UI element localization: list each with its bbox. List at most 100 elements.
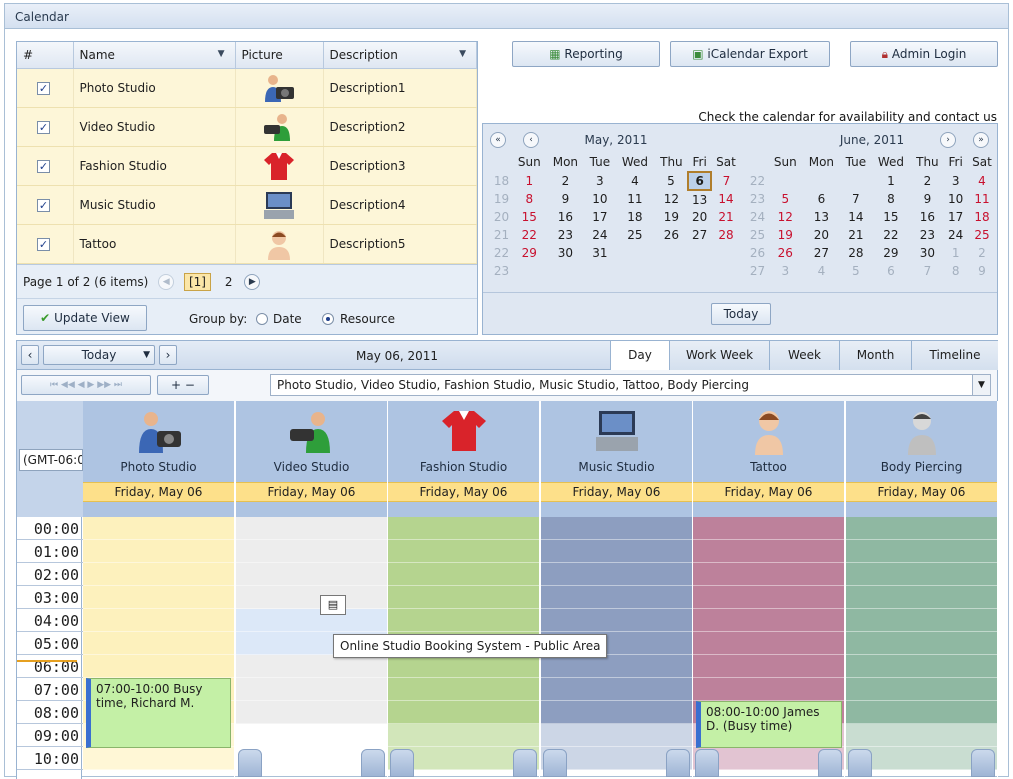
resource-filter-select[interactable]: Photo Studio, Video Studio, Fashion Stud… xyxy=(270,374,991,396)
time-slot[interactable] xyxy=(693,632,844,655)
table-row[interactable]: ✓ Tattoo Description5 xyxy=(17,224,477,264)
zoom-in-icon[interactable]: + xyxy=(171,378,181,392)
time-slot[interactable] xyxy=(541,724,692,747)
calendar-day[interactable]: 12 xyxy=(768,208,802,226)
calendar-day[interactable]: 16 xyxy=(910,208,944,226)
resource-day-column[interactable] xyxy=(846,517,998,779)
calendar-day[interactable]: 5 xyxy=(654,172,688,190)
calendar-day[interactable]: 15 xyxy=(871,208,910,226)
calendar-day[interactable]: 13 xyxy=(688,190,711,208)
icalendar-export-button[interactable]: ▣ iCalendar Export xyxy=(670,41,830,67)
calendar-day[interactable]: 6 xyxy=(871,262,910,280)
calendar-day[interactable]: 11 xyxy=(967,190,997,208)
time-slot[interactable] xyxy=(388,678,539,701)
calendar-day[interactable]: 6 xyxy=(803,190,841,208)
time-slot[interactable] xyxy=(388,540,539,563)
tab-timeline[interactable]: Timeline xyxy=(911,341,998,371)
time-slot[interactable] xyxy=(846,517,997,540)
resize-handle[interactable] xyxy=(848,749,872,777)
tab-week[interactable]: Week xyxy=(769,341,839,371)
update-view-button[interactable]: ✔ Update View xyxy=(23,305,147,331)
row-checkbox[interactable]: ✓ xyxy=(37,159,50,173)
calendar-day[interactable]: 12 xyxy=(654,190,688,208)
calendar-day[interactable]: 27 xyxy=(688,226,711,244)
row-checkbox[interactable]: ✓ xyxy=(37,120,50,134)
calendar-day[interactable]: 18 xyxy=(967,208,997,226)
time-slot[interactable] xyxy=(388,517,539,540)
time-slot[interactable] xyxy=(83,540,234,563)
time-slot[interactable] xyxy=(83,747,234,770)
time-slot[interactable] xyxy=(236,701,387,724)
row-checkbox[interactable]: ✓ xyxy=(37,81,50,95)
calendar-day[interactable]: 9 xyxy=(910,190,944,208)
paging-controls[interactable]: ⏮ ◀◀ ◀ ▶ ▶▶ ⏭ xyxy=(21,375,151,395)
calendar-day[interactable]: 3 xyxy=(584,172,615,190)
time-slot[interactable] xyxy=(846,586,997,609)
calendar-day[interactable]: 16 xyxy=(547,208,585,226)
calendar-day[interactable]: 25 xyxy=(967,226,997,244)
group-date-radio[interactable] xyxy=(256,313,268,325)
time-slot[interactable] xyxy=(388,563,539,586)
time-slot[interactable] xyxy=(846,724,997,747)
calendar-day[interactable]: 21 xyxy=(840,226,871,244)
calendar-day[interactable]: 9 xyxy=(967,262,997,280)
filter-icon[interactable]: ▼ xyxy=(459,49,466,59)
calendar-day[interactable]: 26 xyxy=(654,226,688,244)
time-slot[interactable] xyxy=(83,517,234,540)
pager-page-2[interactable]: 2 xyxy=(225,275,233,289)
calendar-day[interactable]: 19 xyxy=(768,226,802,244)
time-slot[interactable] xyxy=(83,586,234,609)
col-header-description[interactable]: Description ▼ xyxy=(323,42,477,69)
tab-work-week[interactable]: Work Week xyxy=(669,341,769,371)
time-slot[interactable] xyxy=(693,517,844,540)
calendar-day[interactable]: 7 xyxy=(711,172,741,190)
col-header-name[interactable]: Name ▼ xyxy=(73,42,236,69)
calendar-day[interactable]: 4 xyxy=(803,262,841,280)
resize-handle[interactable] xyxy=(238,749,262,777)
time-slot[interactable] xyxy=(846,701,997,724)
time-slot[interactable] xyxy=(388,724,539,747)
resize-handle[interactable] xyxy=(361,749,385,777)
time-slot[interactable] xyxy=(541,517,692,540)
time-slot[interactable] xyxy=(236,517,387,540)
calendar-day[interactable]: 22 xyxy=(871,226,910,244)
calendar-day[interactable]: 27 xyxy=(803,244,841,262)
time-slot[interactable] xyxy=(236,609,387,632)
time-slot[interactable] xyxy=(693,540,844,563)
filter-icon[interactable]: ▼ xyxy=(218,49,225,59)
calendar-day[interactable]: 3 xyxy=(944,172,967,190)
next-page-icon[interactable]: ▶ xyxy=(244,274,261,290)
next-day-button[interactable]: › xyxy=(159,345,177,365)
time-slot[interactable] xyxy=(83,609,234,632)
time-slot[interactable] xyxy=(236,563,387,586)
time-slot[interactable] xyxy=(541,586,692,609)
time-slot[interactable] xyxy=(83,632,234,655)
calendar-day[interactable]: 30 xyxy=(547,244,585,262)
resize-handle[interactable] xyxy=(971,749,995,777)
calendar-day[interactable]: 18 xyxy=(615,208,654,226)
group-resource-radio[interactable] xyxy=(322,313,334,325)
calendar-day[interactable]: 3 xyxy=(768,262,802,280)
time-slot[interactable] xyxy=(236,724,387,747)
calendar-day[interactable]: 30 xyxy=(910,244,944,262)
time-slot[interactable] xyxy=(541,609,692,632)
pager-current-page[interactable]: [1] xyxy=(183,273,211,291)
calendar-day[interactable]: 17 xyxy=(944,208,967,226)
calendar-day[interactable]: 1 xyxy=(871,172,910,190)
calendar-day[interactable]: 13 xyxy=(803,208,841,226)
calendar-day[interactable]: 4 xyxy=(615,172,654,190)
resize-handle[interactable] xyxy=(695,749,719,777)
calendar-day[interactable]: 26 xyxy=(768,244,802,262)
time-slot[interactable] xyxy=(846,540,997,563)
zoom-out-icon[interactable]: − xyxy=(185,378,195,392)
prev-page-icon[interactable]: ◀ xyxy=(158,274,175,290)
calendar-day[interactable]: 8 xyxy=(871,190,910,208)
calendar-day[interactable]: 21 xyxy=(711,208,741,226)
admin-login-button[interactable]: 🔒︎ Admin Login xyxy=(850,41,998,67)
reporting-button[interactable]: ▦ Reporting xyxy=(512,41,660,67)
mini-today-button[interactable]: Today xyxy=(711,303,771,325)
time-slot[interactable] xyxy=(541,563,692,586)
calendar-day[interactable]: 7 xyxy=(840,190,871,208)
group-date-label[interactable]: Date xyxy=(273,312,302,326)
time-slot[interactable] xyxy=(846,609,997,632)
